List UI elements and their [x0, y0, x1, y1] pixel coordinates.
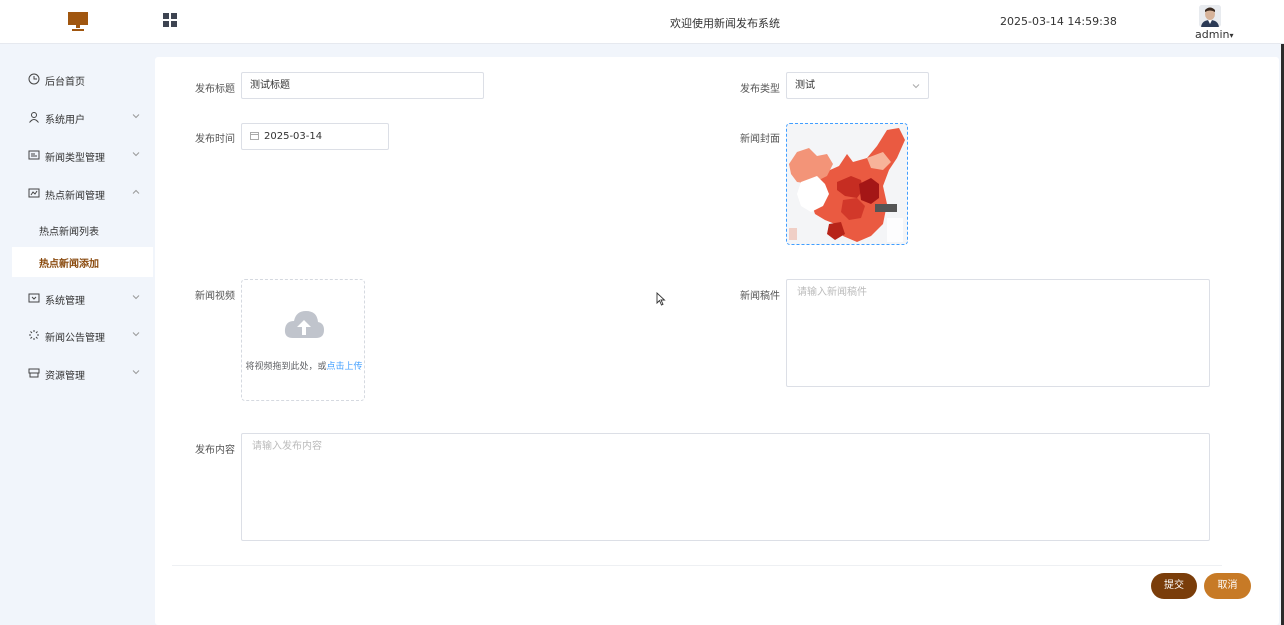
- type-select[interactable]: 测试: [786, 72, 929, 99]
- video-label: 新闻视频: [195, 291, 235, 302]
- monitor-icon: [68, 12, 88, 31]
- clock-icon: [28, 73, 40, 85]
- sidebar-item-label: 后台首页: [45, 77, 85, 88]
- top-header: 欢迎使用新闻发布系统 2025-03-14 14:59:38 admin▾: [0, 0, 1284, 44]
- user-avatar-icon: [1199, 5, 1221, 27]
- sidebar-subitem-hot-news-list[interactable]: 热点新闻列表: [0, 215, 153, 245]
- type-select-value: 测试: [795, 80, 815, 91]
- sidebar-item-news-types[interactable]: 新闻类型管理: [0, 141, 153, 171]
- title-label: 发布标题: [195, 84, 235, 95]
- submit-button[interactable]: 提交: [1151, 573, 1197, 599]
- grid-icon[interactable]: [163, 13, 178, 28]
- sidebar-item-label: 新闻类型管理: [45, 153, 105, 164]
- sidebar-item-label: 热点新闻管理: [45, 191, 105, 202]
- sidebar-item-hot-news[interactable]: 热点新闻管理: [0, 179, 153, 209]
- manuscript-label: 新闻稿件: [740, 291, 780, 302]
- datetime-display: 2025-03-14 14:59:38: [1000, 15, 1117, 28]
- upload-hint: 将视频拖到此处，或点击上传: [242, 359, 366, 372]
- chevron-down-icon: [132, 370, 140, 375]
- box-icon: [28, 368, 40, 378]
- type-label: 发布类型: [740, 84, 780, 95]
- card-icon: [28, 150, 40, 160]
- cover-map-image: [787, 124, 907, 244]
- title-input[interactable]: 测试标题: [241, 72, 484, 99]
- chevron-down-icon: [132, 152, 140, 157]
- cancel-button[interactable]: 取消: [1204, 573, 1251, 599]
- cover-label: 新闻封面: [740, 134, 780, 145]
- video-upload-dropzone[interactable]: 将视频拖到此处，或点击上传: [241, 279, 365, 401]
- time-label: 发布时间: [195, 134, 235, 145]
- sidebar-item-label: 新闻公告管理: [45, 333, 105, 344]
- date-value: 2025-03-14: [264, 131, 323, 142]
- cover-image-upload[interactable]: [786, 123, 908, 245]
- chevron-down-icon: [132, 332, 140, 337]
- sidebar-item-label: 资源管理: [45, 371, 85, 382]
- cloud-upload-icon: [284, 311, 324, 338]
- chevron-down-icon: [132, 295, 140, 300]
- folder-icon: [28, 293, 40, 303]
- manuscript-textarea[interactable]: [786, 279, 1210, 387]
- content-textarea[interactable]: [241, 433, 1210, 541]
- sidebar-item-announcements[interactable]: 新闻公告管理: [0, 321, 153, 351]
- sidebar-subitem-label: 热点新闻列表: [39, 227, 99, 238]
- avatar[interactable]: [1199, 5, 1221, 27]
- chevron-down-icon: [132, 114, 140, 119]
- sidebar-item-label: 系统用户: [45, 115, 85, 126]
- sidebar-item-resources[interactable]: 资源管理: [0, 359, 153, 389]
- sidebar-item-dashboard[interactable]: 后台首页: [0, 65, 153, 95]
- sidebar-item-system-users[interactable]: 系统用户: [0, 103, 153, 133]
- content-label: 发布内容: [195, 445, 235, 456]
- sidebar-subitem-label: 热点新闻添加: [39, 259, 99, 270]
- user-menu[interactable]: admin▾: [1195, 28, 1233, 41]
- chevron-down-icon: [912, 84, 920, 89]
- chart-icon: [28, 188, 40, 198]
- chevron-down-icon: ▾: [1229, 31, 1234, 40]
- upload-hint-text: 将视频拖到此处，或: [245, 362, 327, 372]
- chevron-up-icon: [132, 189, 140, 194]
- sidebar-subitem-hot-news-add[interactable]: 热点新闻添加: [12, 247, 153, 277]
- date-picker[interactable]: 2025-03-14: [241, 123, 389, 150]
- username: admin: [1195, 28, 1230, 41]
- sidebar-item-label: 系统管理: [45, 296, 85, 307]
- calendar-icon: [250, 132, 259, 140]
- form-divider: [172, 565, 1222, 566]
- spinner-icon: [29, 330, 39, 340]
- user-icon: [29, 112, 39, 123]
- click-upload-link[interactable]: 点击上传: [327, 362, 363, 372]
- sidebar-item-system-management[interactable]: 系统管理: [0, 284, 153, 314]
- sidebar: 后台首页 系统用户 新闻类型管理 热点新闻管理 热点新闻列表 热点新闻添加 系统…: [0, 45, 153, 625]
